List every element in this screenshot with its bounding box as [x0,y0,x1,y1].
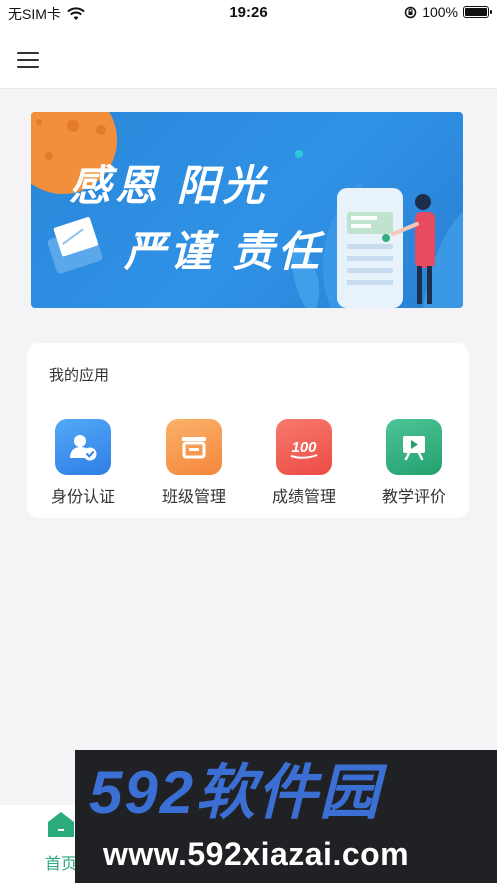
menu-icon[interactable] [17,52,39,68]
battery-percent: 100% [422,4,458,20]
rotation-lock-icon [404,6,417,18]
status-bar: 无SIM卡 19:26 100% [0,0,497,26]
class-icon [166,419,222,475]
banner-slogan-line1: 感恩 阳光 [69,162,269,209]
svg-text:100: 100 [291,439,317,456]
banner[interactable]: 感恩 阳光 严谨 责任 [31,112,463,308]
app-label: 成绩管理 [271,489,336,506]
banner-slogan-line2: 严谨 责任 [124,228,324,275]
id-check-icon [55,419,111,475]
home-icon [48,812,74,837]
watermark-overlay: 592软件园 www.592xiazai.com [75,750,497,883]
app-label: 教学评价 [381,489,446,506]
teaching-board-icon [386,419,442,475]
score-100-icon: 100 [276,419,332,475]
app-label: 身份认证 [50,489,115,506]
my-apps-card: 我的应用 身份认证 班级管理 100 成绩管理 教学评价 [27,343,469,518]
my-apps-title: 我的应用 [49,367,110,384]
status-right: 100% [404,4,492,20]
nav-bar [0,26,497,89]
watermark-logo: 592软件园 [89,759,382,826]
app-label: 班级管理 [161,489,226,506]
battery-icon [463,6,492,18]
app-identity-verification[interactable]: 身份认证 [33,419,133,507]
app-score-management[interactable]: 100 成绩管理 [254,419,354,507]
app-teaching-evaluation[interactable]: 教学评价 [364,419,464,507]
watermark-url: www.592xiazai.com [103,836,410,872]
app-class-management[interactable]: 班级管理 [144,419,244,507]
